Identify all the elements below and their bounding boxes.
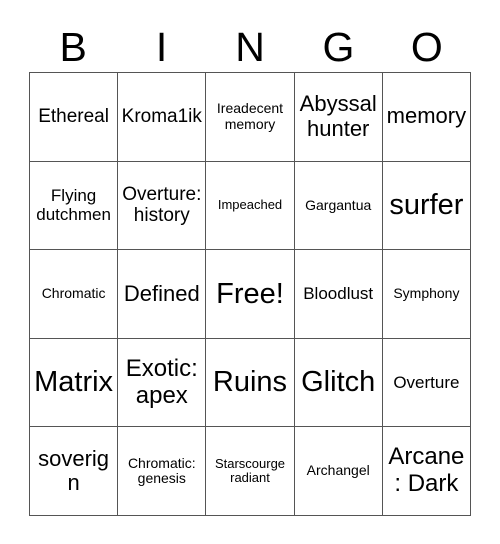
bingo-cell-label: Abyssal hunter [299,91,377,141]
bingo-cell[interactable]: Glitch [294,338,383,428]
bingo-cell-label: memory [386,103,467,129]
header-letter-o: O [410,23,443,70]
bingo-cell[interactable]: Impeached [206,161,295,251]
bingo-cell[interactable]: Ruins [206,338,295,428]
bingo-header-row: B I N G O [29,22,471,72]
bingo-cell[interactable]: Chromatic [30,250,119,339]
bingo-cell[interactable]: Overture: history [118,161,207,251]
bingo-cell-label: Symphony [393,285,460,302]
bingo-cell-label: Matrix [34,366,114,399]
bingo-cell[interactable]: Ireadecent memory [206,73,295,162]
bingo-cell-label: Impeached [217,197,283,213]
bingo-cell[interactable]: Symphony [382,250,471,339]
bingo-cell-label: Kroma1ik [121,106,202,128]
bingo-cell[interactable]: Overture [382,338,471,428]
bingo-card: B I N G O Ethereal Kroma1ik Ireadecent m… [0,0,500,544]
bingo-cell-label: Overture: history [122,184,202,227]
bingo-cell-free[interactable]: Free! [206,250,295,339]
bingo-cell-label: Gargantua [305,196,372,213]
bingo-cell[interactable]: Arcane: Dark [382,427,471,516]
bingo-cell-label: Flying dutchmen [36,186,111,225]
bingo-cell[interactable]: Starscourge radiant [206,427,295,516]
bingo-cell[interactable]: Kroma1ik [118,73,207,162]
bingo-cell-label: Ethereal [38,106,109,128]
bingo-cell-label: Ireadecent memory [216,100,284,132]
bingo-cell-label: Overture [393,373,460,393]
bingo-cell[interactable]: memory [382,73,471,162]
bingo-cell[interactable]: Archangel [294,427,383,516]
bingo-cell-label: Ruins [212,366,288,399]
bingo-cell[interactable]: Bloodlust [294,250,383,339]
bingo-cell-label: Exotic: apex [125,354,198,409]
bingo-grid: Ethereal Kroma1ik Ireadecent memory Abys… [29,72,471,516]
bingo-cell[interactable]: Exotic: apex [118,338,207,428]
bingo-cell-label: Archangel [306,462,370,479]
header-letter-n: N [235,23,265,70]
bingo-cell[interactable]: Gargantua [294,161,383,251]
bingo-cell[interactable]: Matrix [30,338,119,428]
bingo-cell-label: Glitch [301,366,376,399]
bingo-cell[interactable]: Ethereal [30,73,119,162]
bingo-cell[interactable]: Chromatic: genesis [118,427,207,516]
bingo-cell-label: Chromatic [41,285,106,302]
header-letter-g: G [322,23,355,70]
bingo-cell[interactable]: Defined [118,250,207,339]
bingo-cell[interactable]: Abyssal hunter [294,73,383,162]
bingo-cell[interactable]: Flying dutchmen [30,161,119,251]
bingo-cell-label: Chromatic: genesis [127,454,196,487]
bingo-cell-label: surfer [389,189,464,222]
bingo-cell-label: soverign [38,445,110,496]
bingo-cell-label: Free! [216,277,284,310]
bingo-cell[interactable]: soverign [30,427,119,516]
bingo-cell-label: Starscourge radiant [214,455,286,486]
bingo-cell-label: Defined [123,280,200,306]
header-letter-b: B [59,23,87,70]
bingo-cell-label: Arcane: Dark [388,443,465,498]
header-letter-i: I [155,23,168,70]
bingo-cell-label: Bloodlust [303,284,374,304]
bingo-cell[interactable]: surfer [382,161,471,251]
